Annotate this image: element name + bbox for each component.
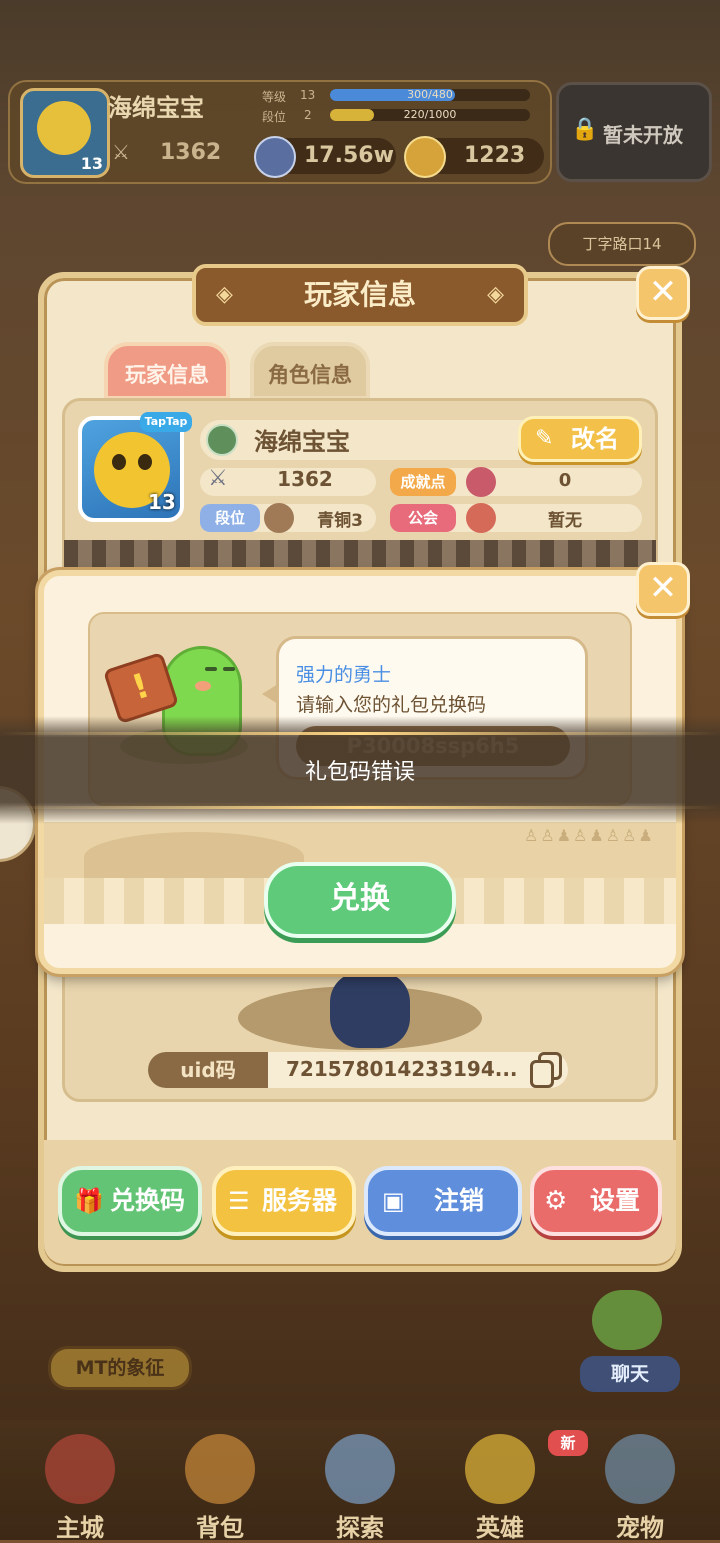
power-value: 1362 (277, 467, 333, 491)
nav-label-explore: 探索 (336, 1514, 384, 1542)
level-progress-text: 300/480 (407, 88, 453, 101)
guild-label: 公会 (390, 504, 456, 532)
logout-label: 注销 (434, 1186, 485, 1215)
character-figure (330, 972, 410, 1048)
top-player-name: 海绵宝宝 (108, 94, 204, 122)
mt-symbol-badge[interactable]: MT的象征 (48, 1346, 192, 1390)
nav-item-main-city[interactable]: 主城 (20, 1434, 140, 1543)
rank-progress-text: 220/1000 (403, 108, 457, 121)
redeem-button[interactable]: 兑换 (264, 862, 456, 938)
level-value: 13 (300, 88, 316, 102)
swords-icon: ⚔ (208, 466, 228, 491)
top-power: 1362 (160, 140, 222, 165)
id-card-icon: ▣ (382, 1187, 405, 1215)
rank-label: 段位 (262, 110, 287, 124)
redeem-code-button[interactable]: 🎁 兑换码 (58, 1166, 202, 1236)
rank-emblem-icon (206, 424, 238, 456)
uid-value: 721578014233194... (286, 1057, 518, 1081)
panel-close-button[interactable]: ✕ (636, 266, 690, 320)
title-ornament-right-icon: ◈ (487, 282, 504, 307)
guild-icon (466, 503, 496, 533)
settings-button[interactable]: ⚙ 设置 (530, 1166, 662, 1236)
location-button[interactable]: 丁字路口14 (548, 222, 696, 266)
achievement-value: 0 (558, 470, 572, 491)
rename-label: 改名 (571, 425, 619, 453)
gift-icon: 🎁 (74, 1187, 104, 1215)
avatar-level: 13 (148, 490, 176, 514)
backpack-icon (185, 1434, 255, 1504)
dialog-close-button[interactable]: ✕ (636, 562, 690, 616)
server-label: 服务器 (262, 1186, 338, 1215)
silhouette-figures: ♙♙♟♙♟♙♙♟ (524, 826, 655, 845)
tab-character-info[interactable]: 角色信息 (250, 342, 370, 400)
rank-value: 2 (304, 108, 312, 122)
nav-label-pet: 宠物 (616, 1514, 664, 1542)
player-name: 海绵宝宝 (254, 428, 350, 456)
chat-bubble-icon (592, 1290, 662, 1350)
nav-item-pet[interactable]: 宠物 (580, 1434, 700, 1543)
speech-bubble-tail (262, 684, 278, 704)
gem-value: 1223 (464, 143, 526, 168)
castle-icon (45, 1434, 115, 1504)
rank-label: 段位 (200, 504, 260, 532)
nav-label-main-city: 主城 (56, 1514, 104, 1542)
nav-item-backpack[interactable]: 背包 (160, 1434, 280, 1543)
server-icon: ☰ (228, 1187, 250, 1215)
close-icon: ✕ (648, 568, 678, 608)
redeem-code-label: 兑换码 (110, 1186, 186, 1215)
bronze-rank-icon (264, 503, 294, 533)
nav-item-hero[interactable]: 英雄 (440, 1434, 560, 1543)
toast-border-top (0, 732, 720, 735)
pet-icon (605, 1434, 675, 1504)
tab-player-info[interactable]: 玩家信息 (104, 342, 230, 400)
nav-item-explore[interactable]: 探索 (300, 1434, 420, 1543)
ornamental-divider (64, 540, 656, 570)
nav-label-backpack: 背包 (196, 1514, 244, 1542)
coin-value: 17.56w (304, 143, 394, 168)
panel-title-text: 玩家信息 (303, 278, 416, 311)
achievement-label: 成就点 (390, 468, 456, 496)
settings-label: 设置 (590, 1186, 641, 1215)
map-icon (325, 1434, 395, 1504)
level-label: 等级 (262, 90, 287, 104)
locked-feature-button[interactable]: 🔒 暂未开放 (556, 82, 712, 182)
achievement-icon (466, 467, 496, 497)
chat-button[interactable]: 聊天 (580, 1356, 680, 1392)
coin-icon (254, 136, 296, 178)
error-toast-message: 礼包码错误 (304, 760, 415, 785)
toast-border-bottom (0, 806, 720, 809)
speaker-name: 强力的勇士 (296, 664, 392, 686)
guild-value: 暂无 (548, 511, 582, 531)
close-icon: ✕ (648, 272, 678, 312)
panel-title: ◈ 玩家信息 ◈ (192, 264, 528, 326)
rename-button[interactable]: ✎ 改名 (518, 416, 642, 462)
lock-icon: 🔒 (571, 117, 599, 142)
rank-value: 青铜3 (317, 511, 363, 531)
title-ornament-left-icon: ◈ (216, 282, 233, 307)
copy-icon[interactable] (528, 1050, 568, 1090)
gear-icon: ⚙ (544, 1186, 568, 1216)
logout-button[interactable]: ▣ 注销 (364, 1166, 522, 1236)
hero-icon (465, 1434, 535, 1504)
redeem-prompt: 请输入您的礼包兑换码 (296, 694, 487, 716)
gem-icon (404, 136, 446, 178)
swords-icon: ⚔ (112, 140, 130, 164)
server-button[interactable]: ☰ 服务器 (212, 1166, 356, 1236)
avatar-level-small: 13 (80, 154, 103, 173)
player-avatar-small[interactable]: 13 (20, 88, 110, 178)
uid-label: uid码 (148, 1052, 268, 1088)
taptap-tag: TapTap (140, 412, 192, 432)
locked-feature-label: 暂未开放 (603, 123, 683, 147)
pencil-icon: ✎ (535, 426, 554, 451)
nav-label-hero: 英雄 (476, 1514, 524, 1542)
